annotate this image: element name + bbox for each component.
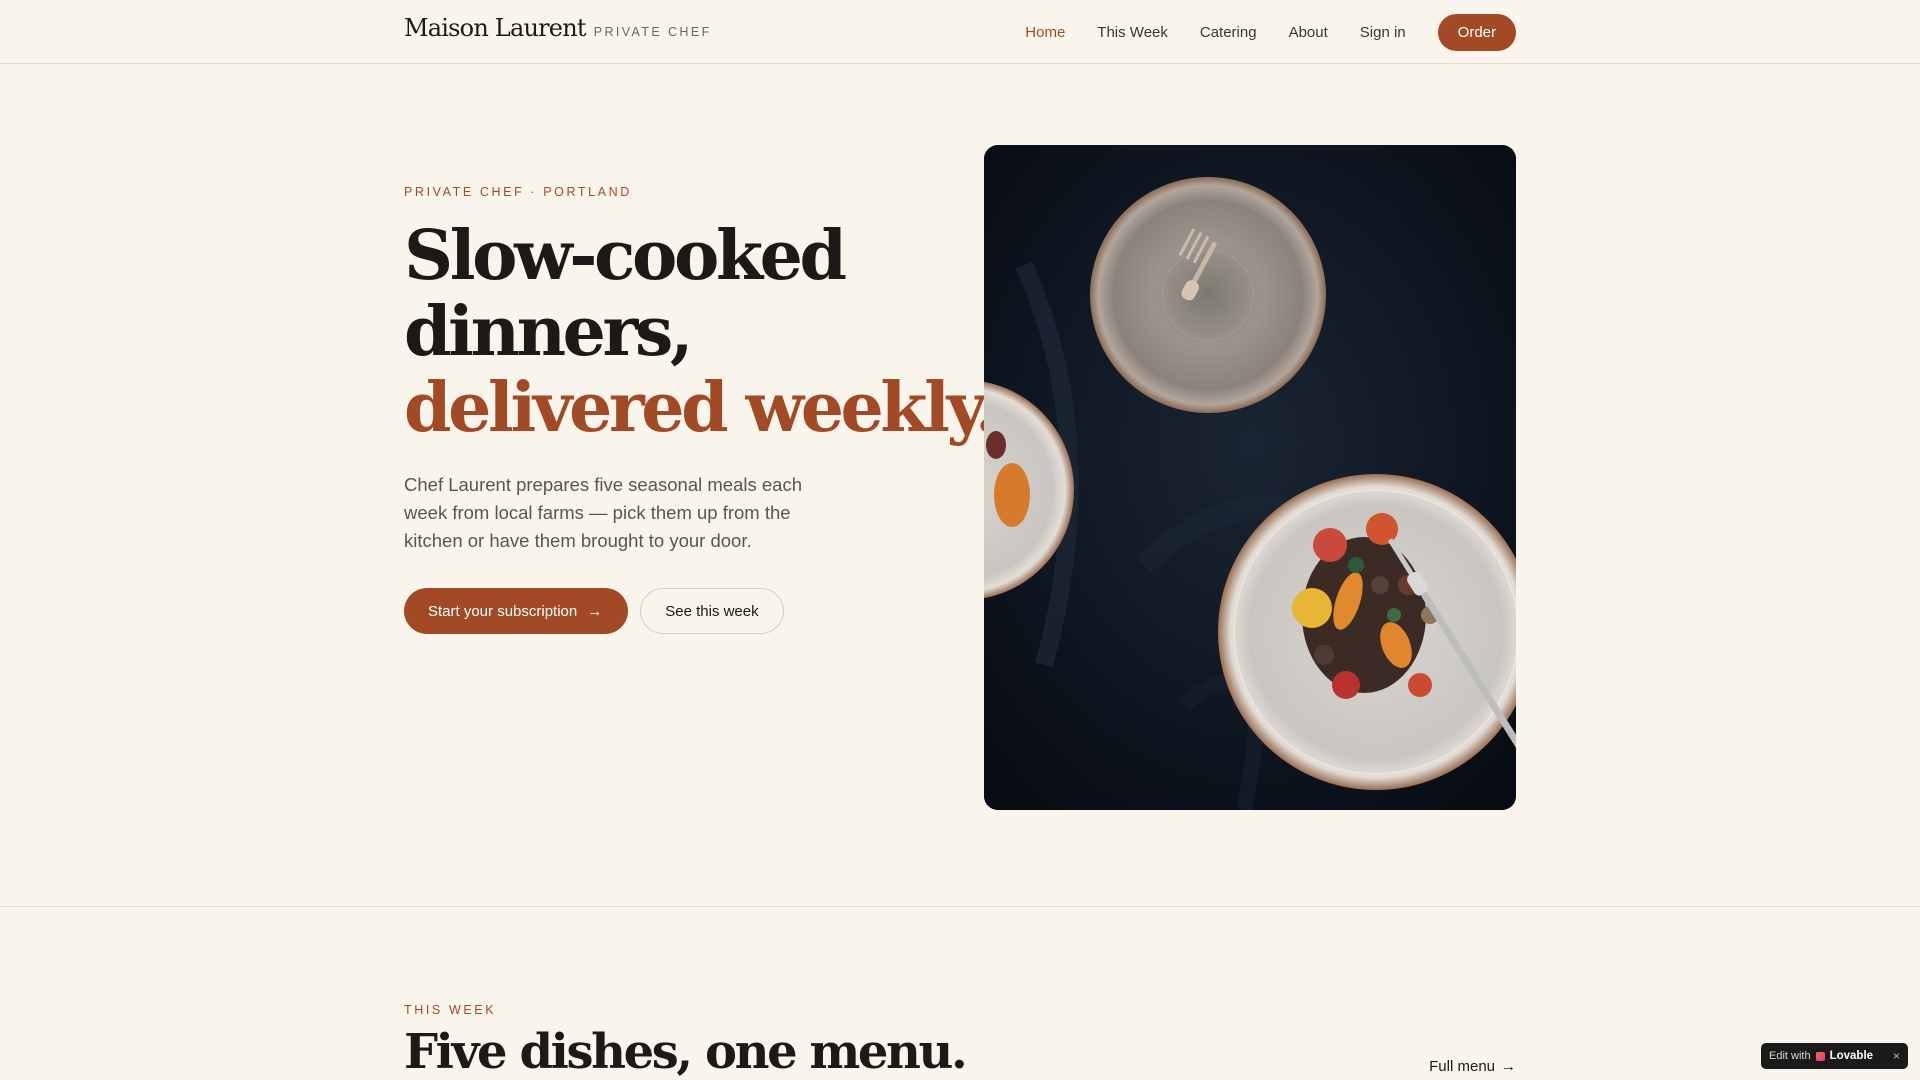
nav-link-catering[interactable]: Catering	[1200, 24, 1257, 41]
start-subscription-button[interactable]: Start your subscription →	[404, 588, 629, 634]
brand-tagline: PRIVATE CHEF	[593, 25, 712, 39]
nav-link-this-week[interactable]: This Week	[1097, 24, 1168, 41]
week-title: Five dishes, one menu.	[404, 1024, 968, 1080]
edit-with-lovable-badge[interactable]: Edit with Lovable ×	[1761, 1043, 1908, 1069]
nav-link-home[interactable]: Home	[1025, 24, 1065, 41]
plated-dinner-illustration	[984, 145, 1516, 810]
section-divider	[0, 906, 1920, 907]
site-header: Maison Laurent PRIVATE CHEF Home This We…	[0, 0, 1920, 64]
brand-logo[interactable]: Maison Laurent PRIVATE CHEF	[404, 14, 712, 42]
hero-eyebrow: PRIVATE CHEF · PORTLAND	[404, 185, 632, 199]
badge-prefix: Edit with	[1769, 1050, 1811, 1062]
close-icon[interactable]: ×	[1893, 1049, 1900, 1063]
full-menu-label: Full menu	[1429, 1058, 1495, 1075]
main-nav: Home This Week Catering About Sign in Or…	[993, 0, 1516, 64]
week-eyebrow: THIS WEEK	[404, 1003, 497, 1017]
start-subscription-label: Start your subscription	[428, 602, 578, 620]
headline-line-1: Slow-cooked	[404, 216, 847, 296]
headline-accent: delivered weekly.	[404, 368, 999, 448]
headline-line-2: dinners,	[404, 292, 694, 372]
hero-food-image	[984, 145, 1516, 810]
full-menu-link[interactable]: Full menu →	[1429, 1058, 1516, 1075]
see-this-week-button[interactable]: See this week	[640, 588, 784, 634]
hero-description: Chef Laurent prepares five seasonal meal…	[404, 474, 802, 551]
arrow-right-icon: →	[587, 602, 603, 620]
badge-brand: Lovable	[1829, 1050, 1874, 1062]
hero-cta-group: Start your subscription → See this week	[404, 588, 784, 634]
hero-headline: Slow-cooked dinners, delivered weekly.	[404, 216, 999, 448]
nav-link-about[interactable]: About	[1289, 24, 1328, 41]
arrow-right-icon: →	[1501, 1058, 1516, 1075]
brand-name: Maison Laurent	[404, 14, 587, 42]
lovable-logo-icon	[1815, 1051, 1825, 1061]
nav-link-sign-in[interactable]: Sign in	[1360, 24, 1406, 41]
order-button[interactable]: Order	[1437, 13, 1516, 51]
